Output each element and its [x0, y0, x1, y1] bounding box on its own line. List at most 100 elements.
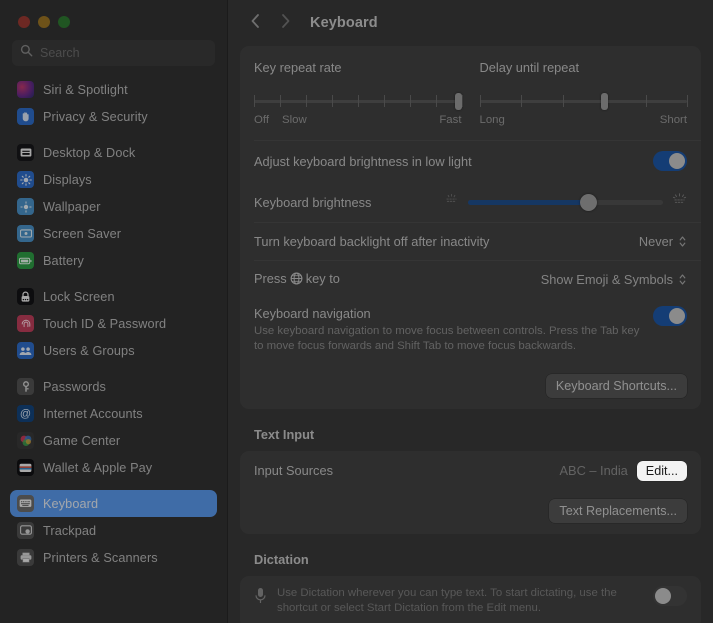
sidebar-item-label: Internet Accounts: [43, 406, 143, 421]
key-repeat-off-label: Off: [254, 114, 269, 126]
sidebar-item-internet-accounts[interactable]: @ Internet Accounts: [10, 400, 217, 427]
back-button[interactable]: [242, 10, 268, 36]
keyboard-brightness-label: Keyboard brightness: [254, 194, 372, 210]
sidebar-item-printers-scanners[interactable]: Printers & Scanners: [10, 544, 217, 571]
text-replacements-button[interactable]: Text Replacements...: [549, 498, 687, 523]
minimize-button[interactable]: [38, 16, 50, 28]
sidebar-nav: Siri & Spotlight Privacy & Security Desk…: [0, 74, 227, 571]
forward-button[interactable]: [272, 10, 298, 36]
dictation-description: Use Dictation wherever you can type text…: [277, 586, 617, 615]
sidebar-item-wallpaper[interactable]: Wallpaper: [10, 193, 217, 220]
sidebar-item-desktop-dock[interactable]: Desktop & Dock: [10, 139, 217, 166]
internet-accounts-icon: @: [17, 405, 34, 422]
backlight-off-popup[interactable]: Never: [639, 234, 687, 249]
key-repeat-fast-label: Fast: [439, 114, 462, 126]
key-repeat-rate-group: Key repeat rate Off Slow Fast: [254, 60, 480, 130]
globe-key-value: Show Emoji & Symbols: [540, 271, 673, 287]
slider-knob[interactable]: [600, 93, 608, 110]
delay-until-repeat-label: Delay until repeat: [479, 60, 580, 75]
battery-icon: [17, 252, 34, 269]
trackpad-icon: [17, 522, 34, 539]
settings-scroll-area[interactable]: Key repeat rate Off Slow Fast Delay unti…: [228, 46, 713, 623]
adjust-brightness-toggle[interactable]: [653, 151, 687, 171]
search-container: Search: [0, 28, 227, 74]
keyboard-settings-card: Key repeat rate Off Slow Fast Delay unti…: [240, 46, 701, 409]
touch-id-icon: [17, 315, 34, 332]
main-content: Keyboard Key repeat rate Off Slow Fast D…: [228, 0, 713, 623]
keyboard-shortcuts-row: Keyboard Shortcuts...: [240, 366, 701, 409]
sidebar-item-battery[interactable]: Battery: [10, 247, 217, 274]
displays-icon: [17, 171, 34, 188]
text-input-card: Input Sources ABC – India Edit... Text R…: [240, 450, 701, 534]
keyboard-shortcuts-button[interactable]: Keyboard Shortcuts...: [545, 373, 687, 398]
sidebar-item-label: Siri & Spotlight: [43, 82, 128, 97]
globe-icon: [290, 272, 303, 288]
text-replacements-row: Text Replacements...: [240, 491, 701, 534]
printers-scanners-icon: [17, 549, 34, 566]
sidebar-item-keyboard[interactable]: Keyboard: [10, 490, 217, 517]
sidebar-item-label: Wallet & Apple Pay: [43, 460, 153, 475]
sidebar-item-label: Lock Screen: [43, 289, 115, 304]
siri-icon: [17, 81, 34, 98]
dictation-toggle[interactable]: [653, 585, 687, 606]
sidebar-item-siri-spotlight[interactable]: Siri & Spotlight: [10, 76, 217, 103]
sidebar-item-label: Displays: [43, 172, 92, 187]
keyboard-brightness-slider[interactable]: [468, 193, 663, 211]
text-input-section-title: Text Input: [254, 426, 315, 442]
globe-key-label: Press key to: [254, 271, 340, 288]
backlight-off-row: Turn keyboard backlight off after inacti…: [240, 222, 701, 260]
key-repeat-rate-slider[interactable]: [254, 93, 463, 110]
globe-key-suffix: key to: [305, 270, 340, 286]
svg-text:@: @: [20, 408, 31, 420]
sidebar-item-label: Trackpad: [43, 523, 97, 538]
zoom-button[interactable]: [58, 16, 70, 28]
globe-key-popup[interactable]: Show Emoji & Symbols: [541, 272, 687, 287]
delay-short-label: Short: [659, 114, 687, 126]
search-icon: [20, 44, 33, 62]
sidebar-item-wallet-apple-pay[interactable]: Wallet & Apple Pay: [10, 454, 217, 481]
delay-until-repeat-group: Delay until repeat Long Short: [479, 60, 688, 130]
search-input[interactable]: Search: [12, 40, 215, 66]
wallpaper-icon: [17, 198, 34, 215]
delay-until-repeat-slider[interactable]: [479, 93, 688, 110]
sidebar-item-lock-screen[interactable]: Lock Screen: [10, 283, 217, 310]
sidebar-item-screen-saver[interactable]: Screen Saver: [10, 220, 217, 247]
slider-fill: [468, 199, 589, 205]
sidebar-item-trackpad[interactable]: Trackpad: [10, 517, 217, 544]
slider-knob[interactable]: [454, 93, 462, 110]
edit-input-sources-button[interactable]: Edit...: [636, 460, 687, 481]
sidebar-item-touch-id[interactable]: Touch ID & Password: [10, 310, 217, 337]
sidebar-item-label: Touch ID & Password: [43, 316, 167, 331]
desktop-dock-icon: [17, 144, 34, 161]
sidebar-item-label: Privacy & Security: [43, 109, 148, 124]
slider-knob[interactable]: [580, 193, 598, 211]
keyboard-navigation-label: Keyboard navigation: [254, 306, 371, 321]
dictation-card: Use Dictation wherever you can type text…: [240, 575, 701, 623]
screen-saver-icon: [17, 225, 34, 242]
slider-track: [479, 100, 687, 103]
sidebar-divider: [10, 481, 217, 490]
sidebar-item-users-groups[interactable]: Users & Groups: [10, 337, 217, 364]
sidebar: Search Siri & Spotlight Privacy & Securi…: [0, 0, 228, 623]
sidebar-item-passwords[interactable]: Passwords: [10, 373, 217, 400]
adjust-brightness-row: Adjust keyboard brightness in low light: [240, 140, 701, 182]
wallet-icon: [17, 459, 34, 476]
sidebar-divider: [10, 274, 217, 283]
close-button[interactable]: [18, 16, 30, 28]
keyboard-navigation-toggle[interactable]: [653, 306, 687, 326]
chevron-right-icon: [280, 13, 291, 34]
sidebar-item-game-center[interactable]: Game Center: [10, 427, 217, 454]
sidebar-item-label: Printers & Scanners: [43, 550, 158, 565]
sidebar-item-privacy-security[interactable]: Privacy & Security: [10, 103, 217, 130]
backlight-off-value: Never: [638, 233, 673, 249]
window-controls: [0, 0, 227, 28]
sidebar-item-label: Game Center: [43, 433, 121, 448]
users-groups-icon: [17, 342, 34, 359]
sidebar-item-label: Screen Saver: [43, 226, 122, 241]
input-sources-label: Input Sources: [254, 463, 333, 479]
up-down-chevrons-icon: [678, 235, 687, 248]
sidebar-item-displays[interactable]: Displays: [10, 166, 217, 193]
lock-screen-icon: [17, 288, 34, 305]
page-title: Keyboard: [310, 15, 378, 31]
keyboard-brightness-row: Keyboard brightness: [240, 182, 701, 222]
